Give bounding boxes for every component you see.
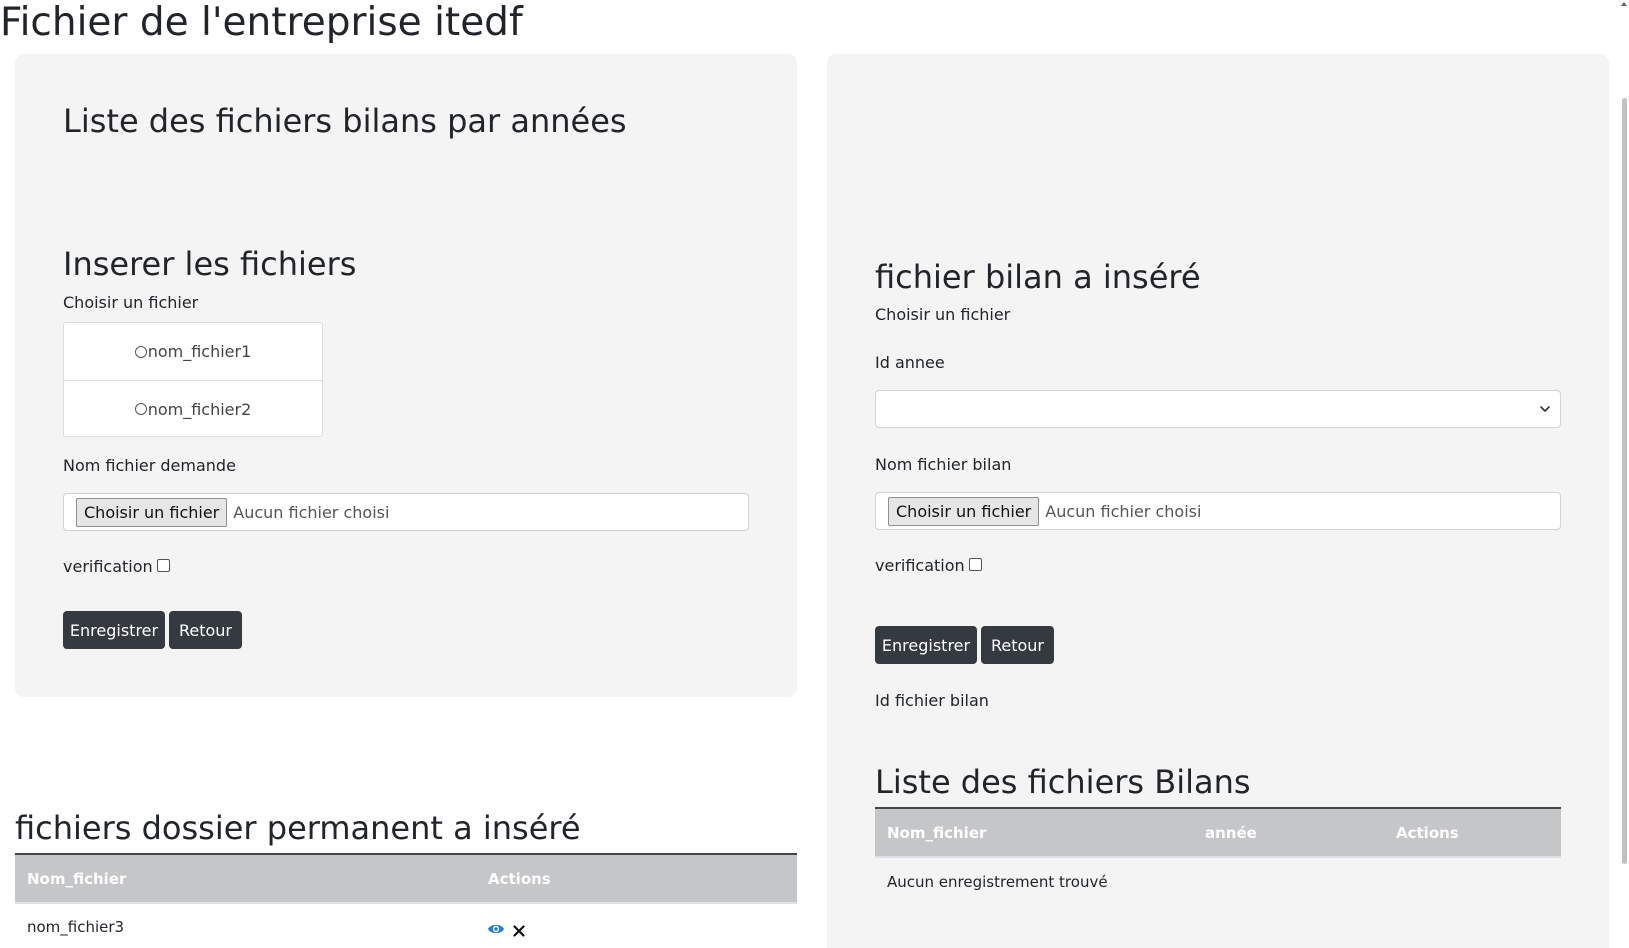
verification-checkbox[interactable] [968, 558, 982, 571]
back-button[interactable]: Retour [169, 611, 242, 649]
page-title: Fichier de l'entreprise itedf [0, 0, 523, 45]
radio-option-nom-fichier2[interactable]: nom_fichier2 [64, 380, 322, 437]
verification-row: verification [875, 556, 982, 576]
column-header-nom-fichier: Nom_fichier [887, 824, 987, 842]
column-header-annee: année [1205, 824, 1257, 842]
save-button[interactable]: Enregistrer [63, 611, 165, 649]
radio-button[interactable] [134, 403, 147, 415]
file-input[interactable]: Choisir un fichier Aucun fichier choisi [63, 493, 749, 531]
table-header: Nom_fichier année Actions [875, 807, 1561, 856]
radio-option-label: nom_fichier1 [147, 342, 252, 361]
chevron-down-icon [1538, 399, 1552, 419]
choose-file-label: Choisir un fichier [875, 305, 1011, 324]
save-button[interactable]: Enregistrer [875, 626, 977, 664]
nom-fichier-demande-label: Nom fichier demande [63, 456, 236, 475]
column-header-actions: Actions [488, 870, 551, 888]
table-header: Nom_fichier Actions [15, 853, 797, 902]
table-row: nom_fichier3 [15, 904, 797, 948]
eye-icon[interactable] [487, 921, 505, 935]
back-button[interactable]: Retour [981, 626, 1054, 664]
verification-row: verification [63, 557, 170, 577]
file-status-text: Aucun fichier choisi [233, 502, 390, 522]
radio-option-nom-fichier1[interactable]: nom_fichier1 [64, 323, 322, 380]
scrollbar-thumb[interactable] [1622, 98, 1627, 864]
column-header-nom-fichier: Nom_fichier [27, 870, 127, 888]
bilans-list-heading: Liste des fichiers bilans par années [63, 102, 627, 140]
nom-fichier-bilan-label: Nom fichier bilan [875, 455, 1012, 474]
scroll-up-arrow-icon[interactable] [1620, 0, 1628, 8]
bilan-insert-heading: fichier bilan a inséré [875, 258, 1201, 296]
empty-table-message: Aucun enregistrement trouvé [887, 873, 1108, 891]
choose-file-button[interactable]: Choisir un fichier [76, 497, 228, 527]
choose-file-button[interactable]: Choisir un fichier [888, 496, 1040, 526]
verification-checkbox[interactable] [156, 559, 170, 572]
column-header-actions: Actions [1396, 824, 1459, 842]
cell-nom-fichier: nom_fichier3 [27, 918, 125, 936]
radio-option-label: nom_fichier2 [147, 399, 252, 419]
bilans-files-list-heading: Liste des fichiers Bilans [875, 763, 1251, 801]
file-radio-group: nom_fichier1 nom_fichier2 [63, 322, 323, 437]
id-annee-select[interactable] [875, 390, 1561, 428]
radio-button[interactable] [134, 345, 147, 358]
bilans-files-table: Nom_fichier année Actions Aucun enregist… [875, 807, 1561, 908]
permanent-files-table: Nom_fichier Actions nom_fichier3 [15, 853, 797, 948]
insert-files-heading: Inserer les fichiers [63, 245, 357, 283]
id-fichier-bilan-label: Id fichier bilan [875, 691, 989, 710]
table-row: Aucun enregistrement trouvé [875, 858, 1561, 908]
file-input[interactable]: Choisir un fichier Aucun fichier choisi [875, 492, 1561, 530]
verification-label: verification [875, 556, 965, 575]
permanent-files-heading: fichiers dossier permanent a inséré [15, 809, 581, 847]
id-annee-label: Id annee [875, 353, 945, 372]
verification-label: verification [63, 557, 153, 576]
file-status-text: Aucun fichier choisi [1045, 501, 1202, 521]
choose-file-label: Choisir un fichier [63, 293, 199, 312]
close-icon[interactable] [513, 922, 525, 937]
